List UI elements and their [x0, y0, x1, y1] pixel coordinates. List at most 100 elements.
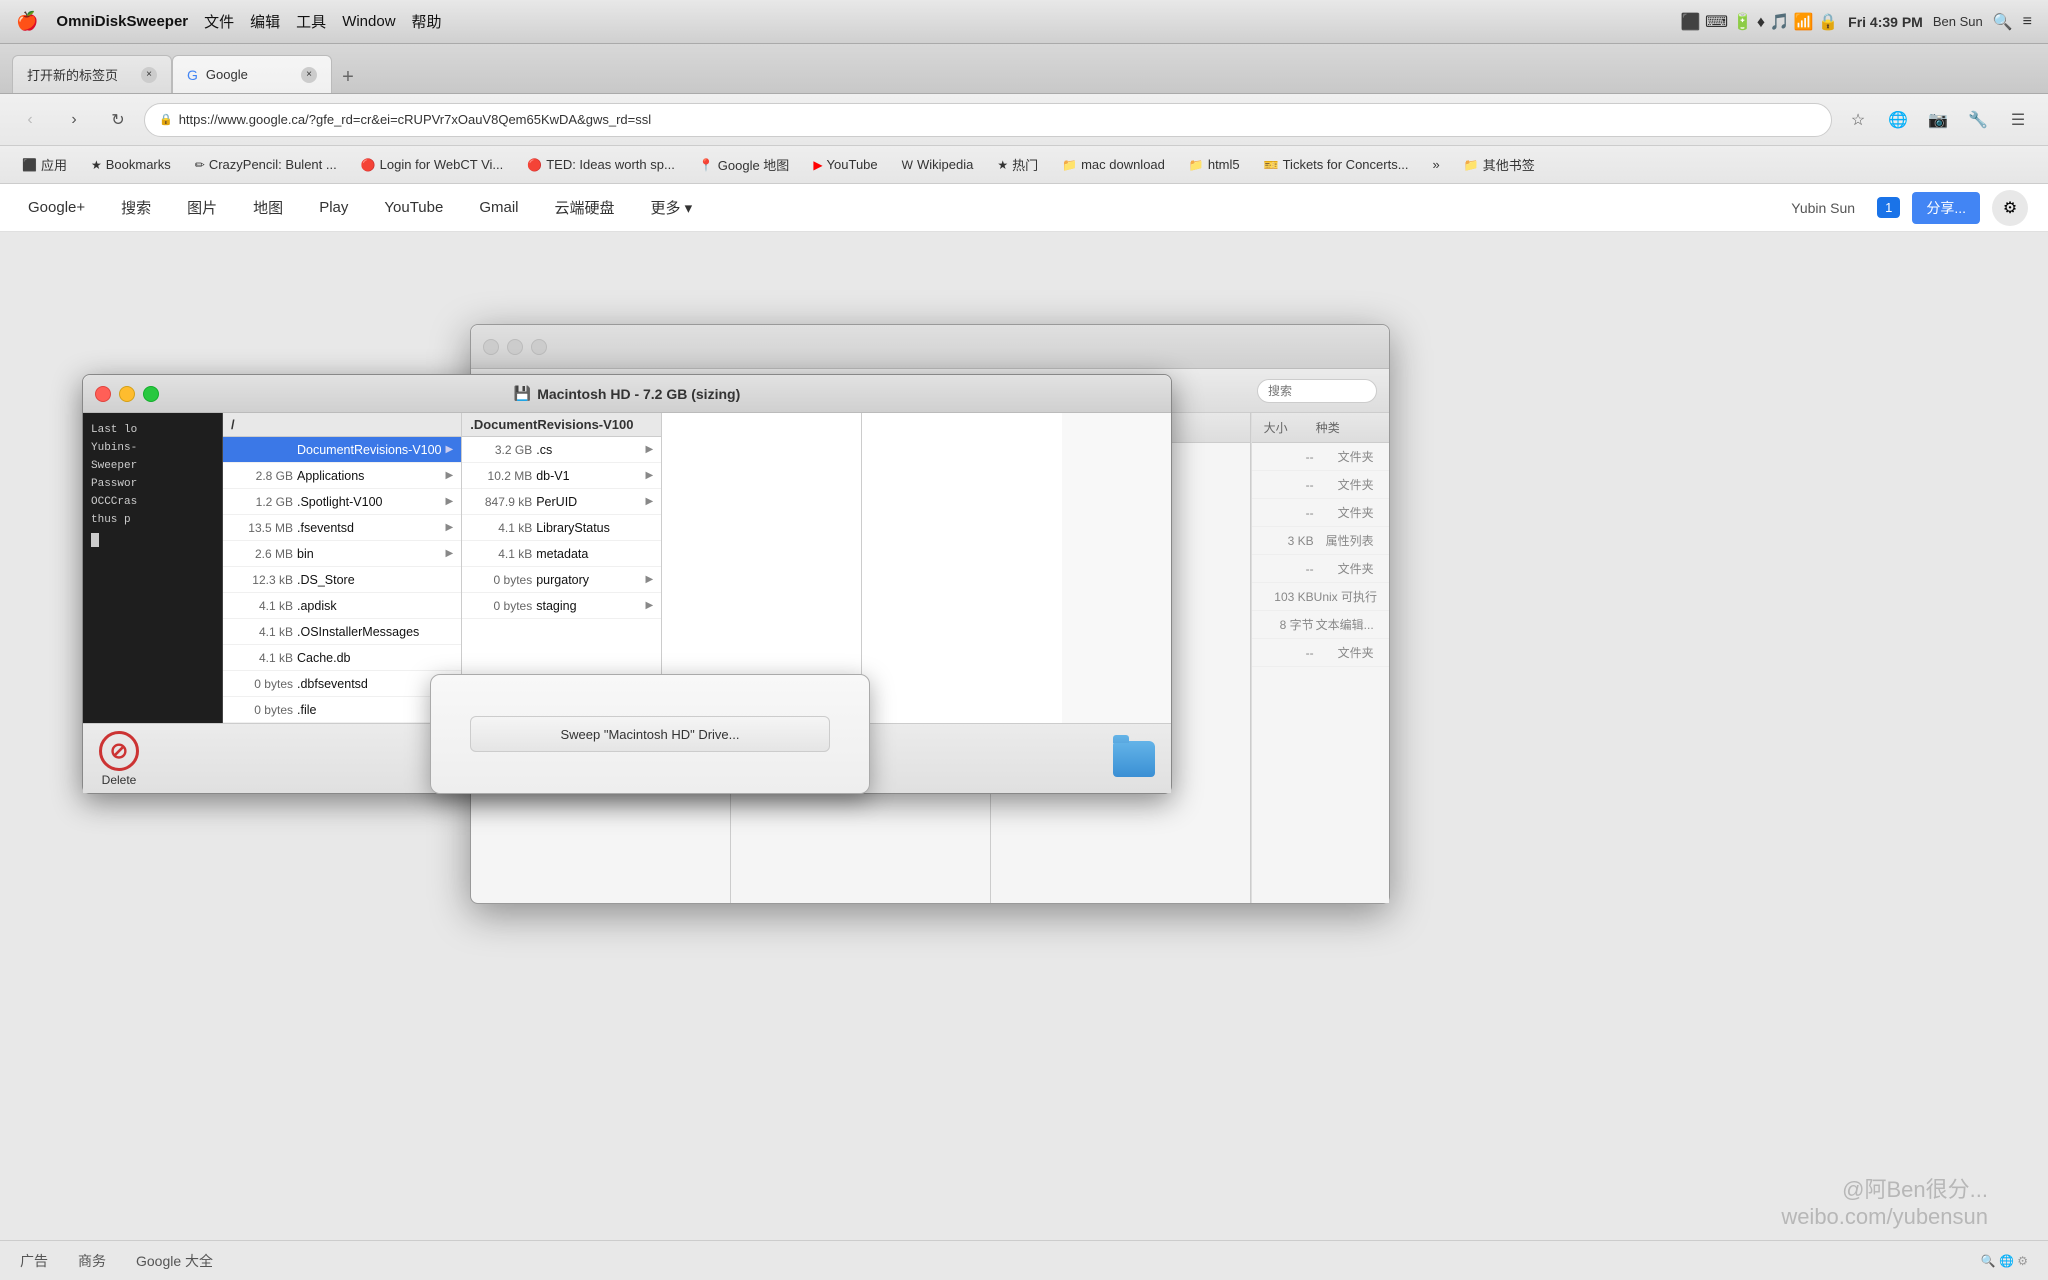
tab-google[interactable]: G Google ×	[172, 55, 332, 93]
reload-button[interactable]: ↻	[100, 102, 136, 138]
file-row-spotlight[interactable]: 1.2 GB .Spotlight-V100 ▶	[223, 489, 461, 515]
bookmark-maps[interactable]: 📍 Google 地图	[689, 151, 800, 179]
delete-button[interactable]: ⊘ Delete	[99, 731, 139, 787]
apple-menu[interactable]: 🍎	[16, 11, 38, 32]
file-arrow-applications: ▶	[446, 470, 454, 481]
bookmark-youtube[interactable]: ▶ YouTube	[803, 151, 887, 179]
file-row-file[interactable]: 0 bytes .file	[223, 697, 461, 723]
bookmark-hot[interactable]: ★ 热门	[987, 151, 1048, 179]
omni-close-btn[interactable]	[95, 386, 111, 402]
google-badge[interactable]: 1	[1877, 197, 1900, 218]
file-name-librarystatus: LibraryStatus	[536, 521, 653, 535]
bg-window-max[interactable]	[531, 339, 547, 355]
tab-newtab-close[interactable]: ×	[141, 67, 157, 83]
app-name[interactable]: OmniDiskSweeper	[56, 13, 188, 30]
bg-window-close[interactable]	[483, 339, 499, 355]
bookmark-apps[interactable]: ⬛ 应用	[12, 151, 77, 179]
file-row-dsstore[interactable]: 12.3 kB .DS_Store	[223, 567, 461, 593]
bg-row-4: -- 文件夹	[1252, 555, 1389, 583]
google-more-link[interactable]: 更多 ▾	[643, 193, 701, 222]
file-row-applications[interactable]: 2.8 GB Applications ▶	[223, 463, 461, 489]
google-play-link[interactable]: Play	[311, 195, 356, 220]
google-drive-link[interactable]: 云端硬盘	[547, 193, 623, 222]
omni-max-btn[interactable]	[143, 386, 159, 402]
menu-window[interactable]: Window	[342, 13, 395, 30]
bookmark-webct[interactable]: 🔴 Login for WebCT Vi...	[351, 151, 514, 179]
file-row-bin[interactable]: 2.6 MB bin ▶	[223, 541, 461, 567]
menu-help[interactable]: 帮助	[412, 11, 442, 32]
back-button[interactable]: ‹	[12, 102, 48, 138]
file-row-dbfseventsd[interactable]: 0 bytes .dbfseventsd	[223, 671, 461, 697]
file-size-cs: 3.2 GB	[470, 443, 532, 457]
file-name-purgatory: purgatory	[536, 573, 641, 587]
bookmark-apps-label: 应用	[41, 155, 67, 174]
google-plus-link[interactable]: Google+	[20, 195, 93, 220]
hot-icon: ★	[997, 158, 1008, 172]
menubar: 🍎 OmniDiskSweeper 文件 编辑 工具 Window 帮助 ⬛ ⌨…	[0, 0, 2048, 44]
bg-row-2: -- 文件夹	[1252, 499, 1389, 527]
notification-icon[interactable]: ≡	[2023, 13, 2032, 31]
google-gmail-link[interactable]: Gmail	[471, 195, 526, 220]
address-bar[interactable]: 🔒 https://www.google.ca/?gfe_rd=cr&ei=cR…	[144, 103, 1832, 137]
bookmark-html5[interactable]: 📁 html5	[1179, 151, 1250, 179]
google-settings-button[interactable]: ⚙	[1992, 190, 2028, 226]
bookmark-bookmarks[interactable]: ★ Bookmarks	[81, 151, 181, 179]
file-row-peruid[interactable]: 847.9 kB PerUID ▶	[462, 489, 661, 515]
extension-btn3[interactable]: 🔧	[1960, 102, 1996, 138]
file-row-metadata[interactable]: 4.1 kB metadata	[462, 541, 661, 567]
file-row-librarystatus[interactable]: 4.1 kB LibraryStatus	[462, 515, 661, 541]
bookmark-macdownload[interactable]: 📁 mac download	[1052, 151, 1175, 179]
tab-newtab[interactable]: 打开新的标签页 ×	[12, 55, 172, 93]
tab-google-close[interactable]: ×	[301, 67, 317, 83]
file-row-apdisk[interactable]: 4.1 kB .apdisk	[223, 593, 461, 619]
menu-button[interactable]: ☰	[2000, 102, 2036, 138]
google-share-button[interactable]: 分享...	[1912, 192, 1980, 224]
search-icon[interactable]: 🔍	[1993, 12, 2013, 32]
status-ad[interactable]: 广告	[20, 1251, 48, 1271]
file-name-metadata: metadata	[536, 547, 653, 561]
bookmark-button[interactable]: ☆	[1840, 102, 1876, 138]
google-images-link[interactable]: 图片	[179, 193, 225, 222]
google-search-link[interactable]: 搜索	[113, 193, 159, 222]
menu-tools[interactable]: 工具	[296, 11, 326, 32]
file-row-cachedb[interactable]: 4.1 kB Cache.db	[223, 645, 461, 671]
google-user-name[interactable]: Yubin Sun	[1781, 196, 1865, 220]
menu-file[interactable]: 文件	[204, 11, 234, 32]
bookmark-ted[interactable]: 🔴 TED: Ideas worth sp...	[517, 151, 685, 179]
omni-min-btn[interactable]	[119, 386, 135, 402]
sweep-button[interactable]: Sweep "Macintosh HD" Drive...	[470, 716, 830, 752]
file-row-fseventsd[interactable]: 13.5 MB .fseventsd ▶	[223, 515, 461, 541]
url-text: https://www.google.ca/?gfe_rd=cr&ei=cRUP…	[179, 112, 651, 127]
wikipedia-icon: W	[902, 158, 913, 172]
bg-window-min[interactable]	[507, 339, 523, 355]
status-google-all[interactable]: Google 大全	[136, 1251, 213, 1271]
bookmark-tickets[interactable]: 🎫 Tickets for Concerts...	[1254, 151, 1419, 179]
extension-btn2[interactable]: 📷	[1920, 102, 1956, 138]
file-row-cs[interactable]: 3.2 GB .cs ▶	[462, 437, 661, 463]
new-tab-button[interactable]: +	[332, 61, 364, 93]
folder-button[interactable]	[1113, 741, 1155, 777]
google-favicon: G	[187, 67, 198, 83]
file-row-osinstaller[interactable]: 4.1 kB .OSInstallerMessages	[223, 619, 461, 645]
status-business[interactable]: 商务	[78, 1251, 106, 1271]
bookmark-more[interactable]: »	[1423, 151, 1450, 179]
forward-button[interactable]: ›	[56, 102, 92, 138]
file-name-doc-revisions: DocumentRevisions-V100	[297, 443, 442, 457]
file-row-purgatory[interactable]: 0 bytes purgatory ▶	[462, 567, 661, 593]
bg-row-7: -- 文件夹	[1252, 639, 1389, 667]
file-arrow-staging: ▶	[646, 600, 654, 611]
file-row-doc-revisions[interactable]: DocumentRevisions-V100 ▶	[223, 437, 461, 463]
file-size-fseventsd: 13.5 MB	[231, 521, 293, 535]
bookmark-crazypencil[interactable]: ✏ CrazyPencil: Bulent ...	[185, 151, 347, 179]
file-row-staging[interactable]: 0 bytes staging ▶	[462, 593, 661, 619]
bookmark-wikipedia[interactable]: W Wikipedia	[892, 151, 984, 179]
bg-search-input[interactable]	[1257, 379, 1377, 403]
menu-edit[interactable]: 编辑	[250, 11, 280, 32]
google-youtube-link[interactable]: YouTube	[376, 195, 451, 220]
bg-row-1: -- 文件夹	[1252, 471, 1389, 499]
file-row-dbv1[interactable]: 10.2 MB db-V1 ▶	[462, 463, 661, 489]
html5-icon: 📁	[1189, 158, 1204, 172]
extension-btn1[interactable]: 🌐	[1880, 102, 1916, 138]
bookmark-other[interactable]: 📁 其他书签	[1454, 151, 1545, 179]
google-maps-link[interactable]: 地图	[245, 193, 291, 222]
